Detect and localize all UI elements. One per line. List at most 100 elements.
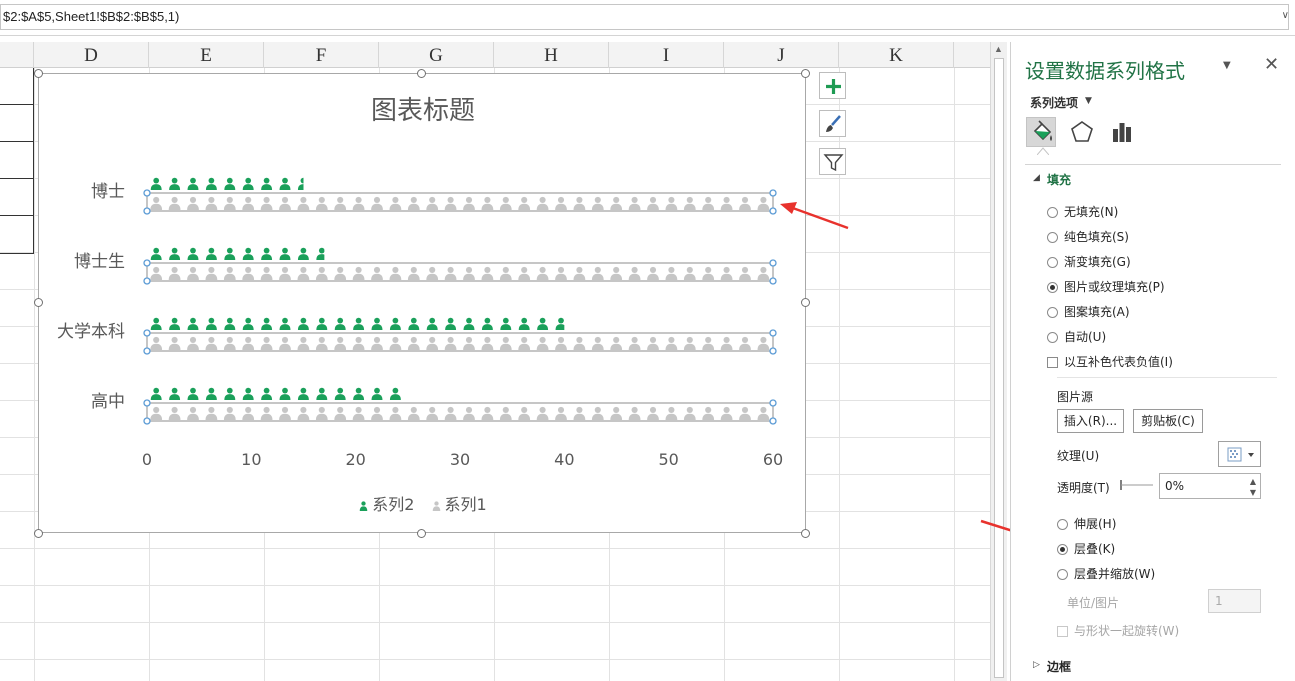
legend-item-series1[interactable]: 系列1 [432, 491, 487, 515]
radio-button[interactable] [1047, 207, 1058, 218]
selection-handle[interactable] [143, 399, 151, 407]
radio-button[interactable] [1057, 569, 1068, 580]
tab-fill-line[interactable] [1026, 117, 1056, 147]
units-per-picture-input[interactable]: 1 [1208, 589, 1261, 613]
chart-area[interactable]: 图表标题 博士 博士生 大学本科 高中 0 10 20 30 40 50 60 系列2 系列… [38, 73, 806, 533]
spinner-down-icon[interactable]: ▼ [1250, 481, 1256, 505]
resize-handle[interactable] [34, 529, 43, 538]
scrollbar-thumb[interactable] [994, 58, 1004, 678]
pane-options-dropdown-icon[interactable]: ▼ [1223, 60, 1231, 71]
selection-handle[interactable] [143, 259, 151, 267]
chart-styles-button[interactable] [819, 110, 846, 137]
column-header-g[interactable]: G [379, 42, 494, 68]
selection-handle[interactable] [143, 417, 151, 425]
radio-stretch[interactable]: 伸展(H) [1057, 515, 1116, 532]
resize-handle[interactable] [801, 69, 810, 78]
bar-series2[interactable] [150, 247, 346, 260]
selection-handle[interactable] [769, 417, 777, 425]
person-icon [224, 177, 236, 190]
chart-filters-button[interactable] [819, 148, 846, 175]
bar-series2[interactable] [150, 177, 328, 190]
formula-expand-chevron-icon[interactable]: ∨ [1282, 10, 1289, 21]
resize-handle[interactable] [417, 529, 426, 538]
radio-pattern-fill[interactable]: 图案填充(A) [1047, 303, 1130, 320]
selection-handle[interactable] [769, 329, 777, 337]
column-header-d[interactable]: D [34, 42, 149, 68]
vertical-scrollbar[interactable]: ▲ [990, 42, 1007, 681]
scroll-up-arrow-icon[interactable]: ▲ [994, 44, 1003, 54]
formula-input[interactable]: $2:$A$5,Sheet1!$B$2:$B$5,1) [0, 4, 1289, 30]
texture-picker-button[interactable] [1218, 441, 1261, 467]
close-icon[interactable]: ✕ [1264, 54, 1279, 75]
selection-handle[interactable] [769, 399, 777, 407]
bar-series2[interactable] [150, 387, 420, 400]
grid-line [0, 585, 990, 586]
chevron-down-icon[interactable]: ▼ [1085, 96, 1092, 106]
radio-picture-texture-fill[interactable]: 图片或纹理填充(P) [1047, 278, 1165, 295]
radio-automatic[interactable]: 自动(U) [1047, 328, 1106, 345]
resize-handle[interactable] [34, 69, 43, 78]
clipboard-button[interactable]: 剪贴板(C) [1133, 409, 1203, 433]
column-header-e[interactable]: E [149, 42, 264, 68]
selection-handle[interactable] [769, 277, 777, 285]
selection-handle[interactable] [143, 207, 151, 215]
radio-button[interactable] [1047, 232, 1058, 243]
tab-series-options[interactable] [1107, 117, 1137, 147]
border-section-header[interactable]: 边框 [1047, 658, 1071, 675]
radio-button[interactable] [1047, 332, 1058, 343]
selection-handle[interactable] [769, 207, 777, 215]
radio-button[interactable] [1047, 307, 1058, 318]
radio-no-fill[interactable]: 无填充(N) [1047, 203, 1118, 220]
checkbox-invert-negative[interactable]: 以互补色代表负值(I) [1047, 353, 1173, 370]
column-header-i[interactable]: I [609, 42, 724, 68]
person-icon [408, 317, 420, 330]
resize-handle[interactable] [417, 69, 426, 78]
bar-series1[interactable] [143, 259, 777, 285]
column-header-k[interactable]: K [839, 42, 954, 68]
bar-series2[interactable] [150, 317, 585, 330]
selection-handle[interactable] [143, 347, 151, 355]
legend-item-series2[interactable]: 系列2 [359, 491, 414, 515]
expand-triangle-icon[interactable]: ▷ [1033, 660, 1040, 670]
selection-handle[interactable] [143, 277, 151, 285]
selection-handle[interactable] [769, 259, 777, 267]
series-options-dropdown[interactable]: 系列选项 [1030, 94, 1078, 111]
checkbox[interactable] [1057, 626, 1068, 637]
column-header-j[interactable]: J [724, 42, 839, 68]
bar-series1[interactable] [143, 399, 777, 425]
person-icon [500, 317, 512, 330]
selection-handle[interactable] [769, 347, 777, 355]
checkbox[interactable] [1047, 357, 1058, 368]
insert-picture-button[interactable]: 插入(R)... [1057, 409, 1124, 433]
selection-handle[interactable] [143, 189, 151, 197]
resize-handle[interactable] [34, 298, 43, 307]
grid-line [0, 548, 990, 549]
radio-button[interactable] [1057, 519, 1068, 530]
radio-gradient-fill[interactable]: 渐变填充(G) [1047, 253, 1131, 270]
checkbox-rotate-with-shape[interactable]: 与形状一起旋转(W) [1057, 622, 1179, 639]
radio-stack[interactable]: 层叠(K) [1057, 540, 1115, 557]
bar-series1[interactable] [143, 189, 777, 215]
radio-button[interactable] [1047, 257, 1058, 268]
selection-handle[interactable] [769, 189, 777, 197]
fill-section-header[interactable]: 填充 [1047, 171, 1071, 188]
radio-stack-and-scale[interactable]: 层叠并缩放(W) [1057, 565, 1155, 582]
transparency-slider[interactable] [1119, 478, 1153, 492]
radio-button[interactable] [1047, 282, 1058, 293]
radio-solid-fill[interactable]: 纯色填充(S) [1047, 228, 1129, 245]
column-header-f[interactable]: F [264, 42, 379, 68]
resize-handle[interactable] [801, 298, 810, 307]
person-icon [555, 317, 565, 330]
chart-elements-button[interactable] [819, 72, 846, 99]
transparency-input[interactable]: 0% ▲ ▼ [1159, 473, 1261, 499]
tab-effects[interactable] [1067, 117, 1097, 147]
radio-button[interactable] [1057, 544, 1068, 555]
selection-handle[interactable] [143, 329, 151, 337]
collapse-triangle-icon[interactable]: ◢ [1033, 173, 1040, 183]
column-header-c[interactable] [0, 42, 34, 68]
chart-legend[interactable]: 系列2 系列1 [39, 491, 807, 515]
column-header-h[interactable]: H [494, 42, 609, 68]
resize-handle[interactable] [801, 529, 810, 538]
bar-series1[interactable] [143, 329, 777, 355]
person-icon [242, 317, 254, 330]
